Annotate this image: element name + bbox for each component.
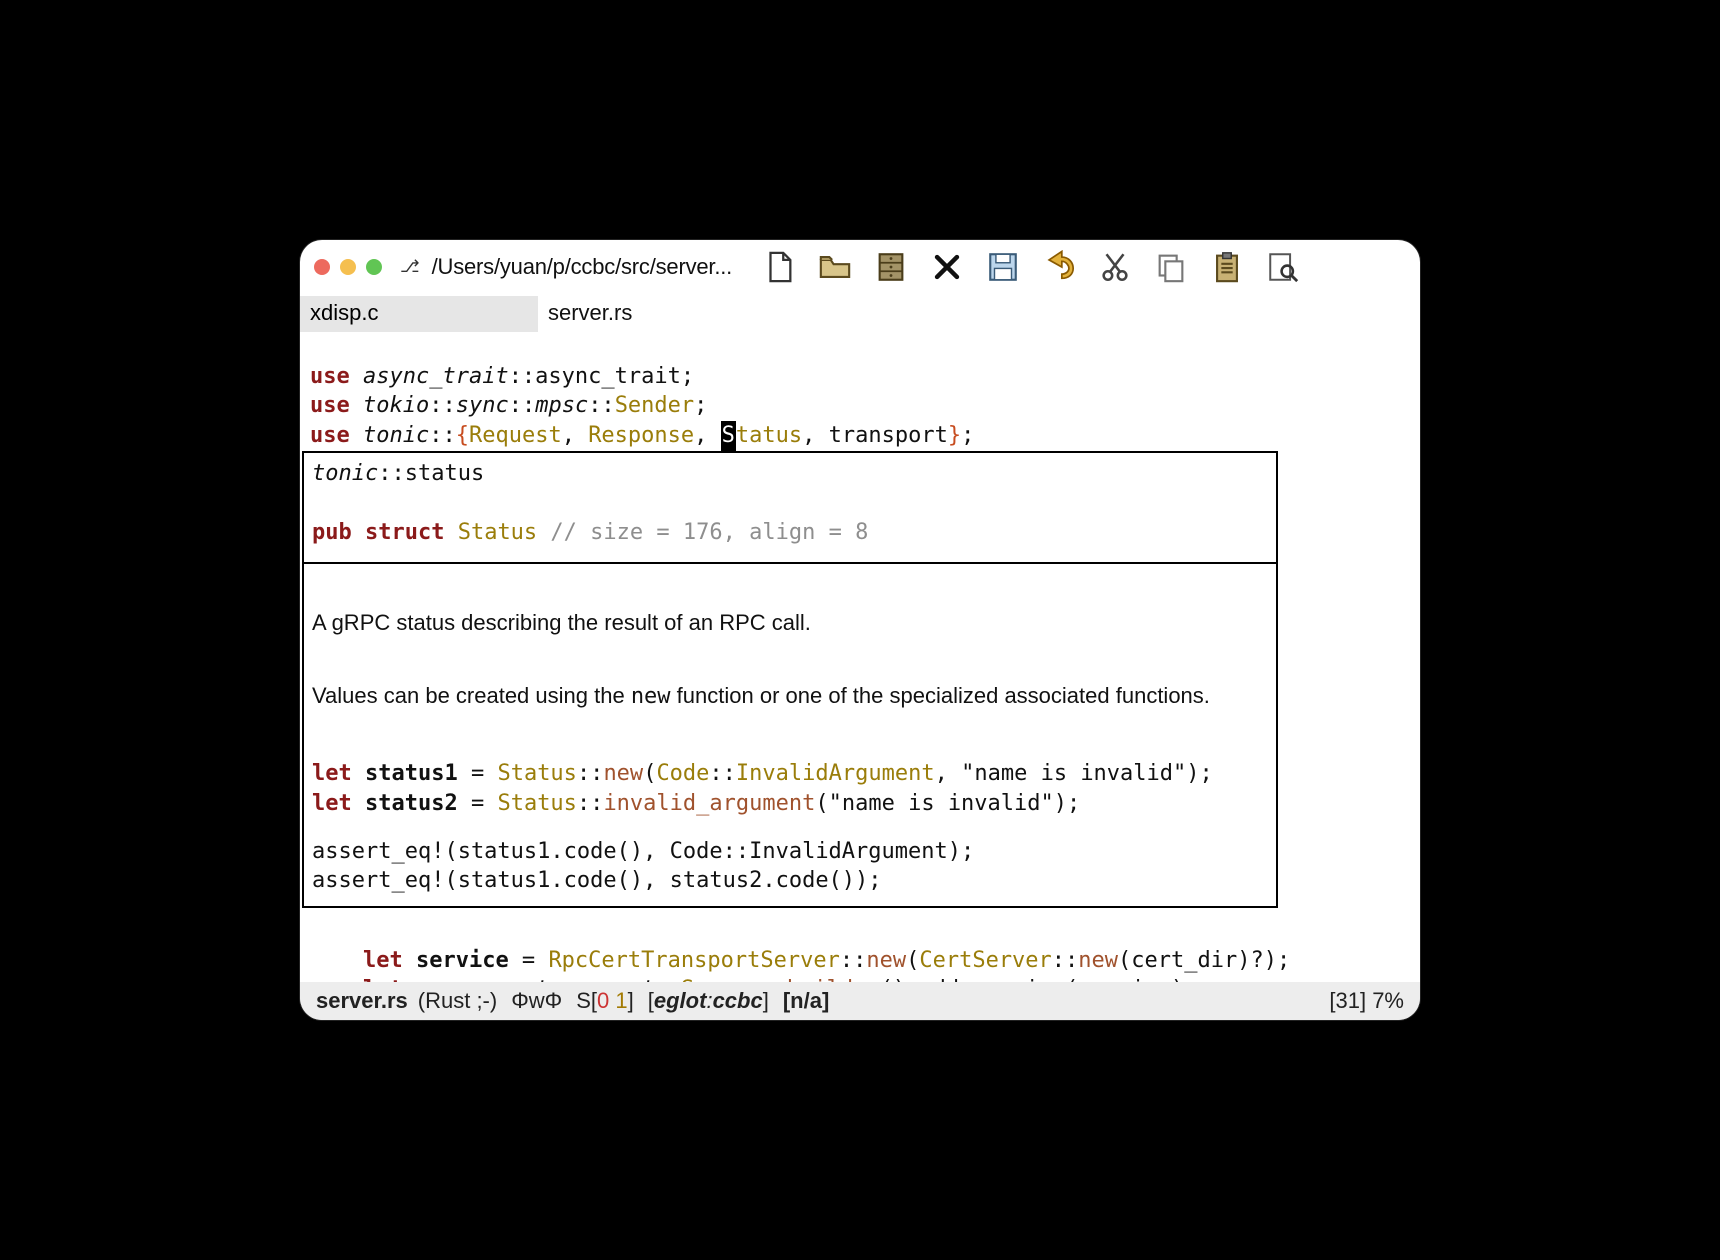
modeline-flycheck: S[0 1] <box>576 988 634 1014</box>
undo-icon[interactable] <box>1042 250 1076 284</box>
doc-popup: tonic::status pub struct Status // size … <box>302 451 1278 908</box>
modeline-filename: server.rs <box>316 988 408 1014</box>
tab-xdisp[interactable]: xdisp.c <box>300 296 538 332</box>
editor-buffer[interactable]: use async_trait::async_trait; use tokio:… <box>300 332 1420 451</box>
modeline-mode: (Rust ;-) <box>418 988 497 1014</box>
find-icon[interactable] <box>1266 250 1300 284</box>
tab-bar: xdisp.c server.rs <box>300 296 1420 332</box>
tab-label: xdisp.c <box>310 300 378 326</box>
doc-module-path: tonic <box>312 461 378 486</box>
modeline-position: [31] 7% <box>1329 988 1404 1014</box>
tab-label: server.rs <box>548 300 632 326</box>
window-title: /Users/yuan/p/ccbc/src/server... <box>432 254 732 280</box>
keyword: use <box>310 423 363 448</box>
doc-detail: Values can be created using the new func… <box>312 681 1268 712</box>
modeline[interactable]: server.rs (Rust ;-) ΦwΦ S[0 1] [eglot:cc… <box>300 982 1420 1020</box>
paste-icon[interactable] <box>1210 250 1244 284</box>
tab-server[interactable]: server.rs <box>538 296 776 332</box>
close-window-button[interactable] <box>314 259 330 275</box>
keyword: use <box>310 364 363 389</box>
open-folder-icon[interactable] <box>818 250 852 284</box>
traffic-lights <box>314 259 382 275</box>
cut-icon[interactable] <box>1098 250 1132 284</box>
titlebar: ⎇ /Users/yuan/p/ccbc/src/server... <box>300 240 1420 292</box>
toolbar <box>762 250 1300 284</box>
doc-summary: A gRPC status describing the result of a… <box>312 608 1268 638</box>
modeline-na: [n/a] <box>783 988 829 1014</box>
copy-icon[interactable] <box>1154 250 1188 284</box>
vcs-branch-icon: ⎇ <box>400 257 420 277</box>
zoom-window-button[interactable] <box>366 259 382 275</box>
modeline-eglot: [eglot:ccbc] <box>648 988 769 1014</box>
minimize-window-button[interactable] <box>340 259 356 275</box>
editor-window: ⎇ /Users/yuan/p/ccbc/src/server... xdisp… <box>300 240 1420 1020</box>
close-icon[interactable] <box>930 250 964 284</box>
modeline-phi: ΦwΦ <box>511 988 562 1014</box>
doc-type-name: Status <box>458 520 537 545</box>
keyword: use <box>310 393 363 418</box>
new-file-icon[interactable] <box>762 250 796 284</box>
drawer-icon[interactable] <box>874 250 908 284</box>
save-icon[interactable] <box>986 250 1020 284</box>
cursor: S <box>721 421 736 451</box>
